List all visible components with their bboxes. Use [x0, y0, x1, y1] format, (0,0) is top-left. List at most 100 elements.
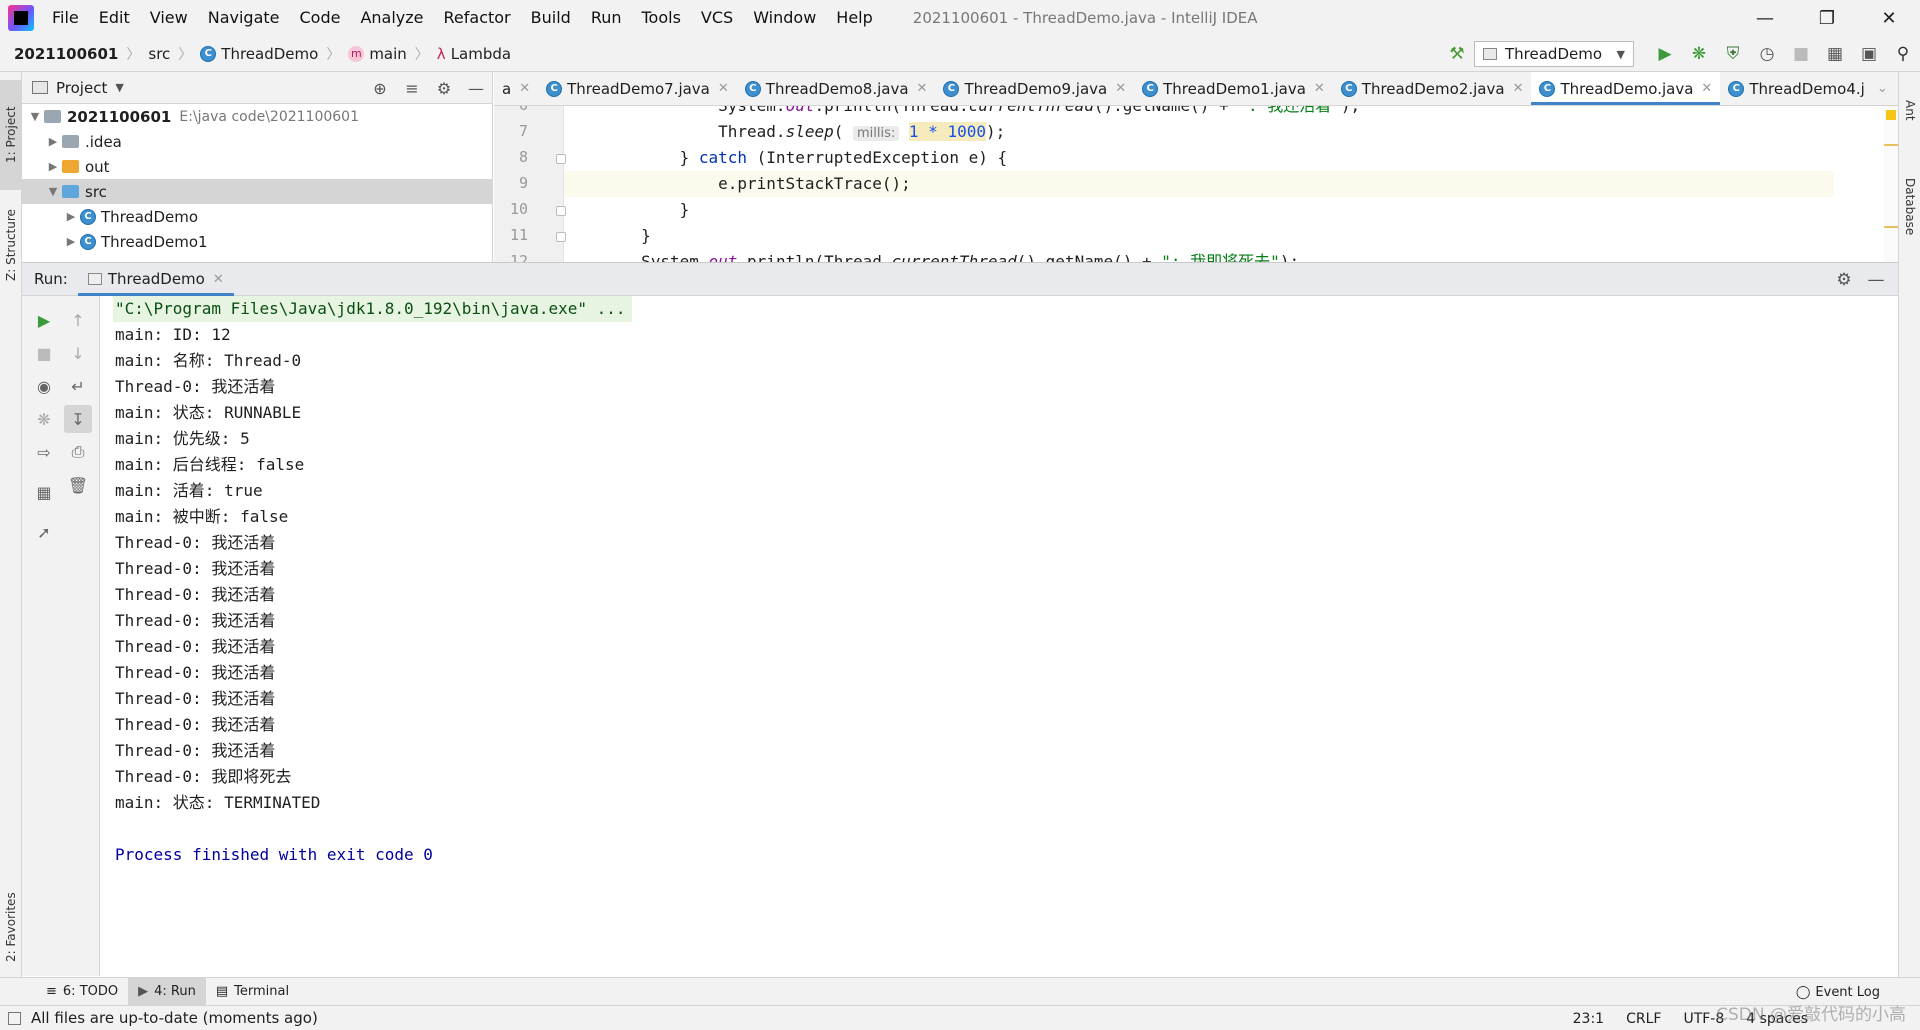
- menu-run[interactable]: Run: [581, 0, 632, 36]
- layout-icon[interactable]: ▦: [30, 478, 58, 506]
- menu-edit[interactable]: Edit: [89, 0, 140, 36]
- tree-item-src[interactable]: ▼ src: [22, 179, 492, 204]
- debug-icon[interactable]: ❋: [1684, 39, 1714, 69]
- close-icon[interactable]: ✕: [718, 81, 729, 96]
- profile-icon[interactable]: ◷: [1752, 39, 1782, 69]
- breadcrumb-project[interactable]: 2021100601: [0, 45, 124, 63]
- tool-windows-icon[interactable]: [8, 1011, 21, 1025]
- database-tool-tab[interactable]: Database: [1899, 152, 1920, 262]
- favorites-tool-tab[interactable]: 2: Favorites: [0, 882, 22, 972]
- breadcrumb-method[interactable]: m main: [342, 45, 412, 63]
- menu-file[interactable]: File: [42, 0, 89, 36]
- arrow-down-icon[interactable]: ↓: [64, 339, 92, 367]
- tree-item-threaddemo1[interactable]: ▶ C ThreadDemo1: [22, 229, 492, 254]
- stop-icon[interactable]: ■: [30, 339, 58, 367]
- chevron-down-icon[interactable]: ▼: [115, 81, 123, 94]
- terminal-window-icon[interactable]: ▣: [1854, 39, 1884, 69]
- menu-refactor[interactable]: Refactor: [434, 0, 521, 36]
- warning-indicator-icon[interactable]: [1886, 110, 1896, 120]
- breadcrumb-class[interactable]: C ThreadDemo: [194, 45, 324, 63]
- menu-analyze[interactable]: Analyze: [350, 0, 433, 36]
- collapse-all-icon[interactable]: ≡: [396, 79, 428, 98]
- tree-item-out[interactable]: ▶ out: [22, 154, 492, 179]
- stop-icon[interactable]: ■: [1786, 39, 1816, 69]
- close-icon[interactable]: ✕: [519, 81, 530, 96]
- console-line: main: 活着: true: [115, 481, 263, 500]
- ant-tool-tab[interactable]: Ant: [1899, 80, 1920, 140]
- coverage-icon[interactable]: ⛨: [1718, 39, 1748, 69]
- print-icon[interactable]: ⎙: [64, 438, 92, 466]
- expanded-arrow-icon[interactable]: ▼: [26, 110, 44, 123]
- menu-tools[interactable]: Tools: [632, 0, 691, 36]
- close-icon[interactable]: ✕: [1314, 81, 1325, 96]
- editor-tab-threaddemo4[interactable]: C ThreadDemo4.j ⌄: [1720, 72, 1895, 105]
- close-icon[interactable]: ✕: [917, 81, 928, 96]
- menu-vcs[interactable]: VCS: [691, 0, 743, 36]
- run-tool-tab[interactable]: ▶ 4: Run: [128, 977, 206, 1006]
- locate-icon[interactable]: ⊕: [364, 79, 396, 98]
- close-button[interactable]: ✕: [1858, 0, 1920, 36]
- run-configuration-select[interactable]: ThreadDemo ▼: [1474, 41, 1634, 67]
- editor-tab-partial[interactable]: a ✕: [494, 72, 538, 105]
- camera-icon[interactable]: ◉: [30, 372, 58, 400]
- chevron-down-icon[interactable]: ⌄: [1877, 81, 1888, 96]
- terminal-tool-tab[interactable]: ▤ Terminal: [206, 978, 299, 1006]
- close-icon[interactable]: ✕: [1701, 81, 1712, 96]
- pin-icon[interactable]: ➚: [30, 518, 58, 546]
- code-editor[interactable]: 6 7 8 9 10 11 12 System.out.println(Thre…: [494, 106, 1898, 262]
- collapsed-arrow-icon[interactable]: ▶: [44, 135, 62, 148]
- warning-mark[interactable]: [1884, 144, 1898, 146]
- close-icon[interactable]: ✕: [1115, 81, 1126, 96]
- minimize-button[interactable]: —: [1734, 0, 1796, 36]
- project-tool-tab[interactable]: 1: Project: [0, 80, 22, 190]
- close-icon[interactable]: ✕: [1513, 81, 1524, 96]
- run-tab-threaddemo[interactable]: ThreadDemo ✕: [77, 262, 234, 296]
- editor-tab-threaddemo7[interactable]: C ThreadDemo7.java ✕: [538, 72, 737, 105]
- editor-tab-threaddemo2[interactable]: C ThreadDemo2.java ✕: [1333, 72, 1532, 105]
- menu-build[interactable]: Build: [521, 0, 581, 36]
- breadcrumb-lambda[interactable]: λ Lambda: [431, 45, 517, 63]
- editor-tab-threaddemo1[interactable]: C ThreadDemo1.java ✕: [1134, 72, 1333, 105]
- tree-item-root[interactable]: ▼ 2021100601 E:\java code\2021100601: [22, 104, 492, 129]
- hide-icon[interactable]: —: [1860, 270, 1892, 290]
- console-output[interactable]: "C:\Program Files\Java\jdk1.8.0_192\bin\…: [100, 296, 1898, 976]
- menu-navigate[interactable]: Navigate: [198, 0, 290, 36]
- warning-mark[interactable]: [1884, 226, 1898, 228]
- expanded-arrow-icon[interactable]: ▼: [44, 185, 62, 198]
- run-icon[interactable]: ▶: [1650, 39, 1680, 69]
- menu-help[interactable]: Help: [826, 0, 882, 36]
- rerun-icon[interactable]: ▶: [30, 306, 58, 334]
- trash-icon[interactable]: 🗑: [64, 471, 92, 499]
- arrow-up-icon[interactable]: ↑: [64, 306, 92, 334]
- restore-button[interactable]: ❐: [1796, 0, 1858, 36]
- breadcrumb-src[interactable]: src: [142, 45, 176, 63]
- search-icon[interactable]: ⚲: [1888, 39, 1918, 69]
- soft-wrap-icon[interactable]: ↵: [64, 372, 92, 400]
- gear-icon[interactable]: ⚙: [428, 79, 460, 98]
- build-hammer-icon[interactable]: ⚒: [1442, 39, 1472, 69]
- error-stripe[interactable]: [1884, 106, 1898, 262]
- collapsed-arrow-icon[interactable]: ▶: [44, 160, 62, 173]
- collapsed-arrow-icon[interactable]: ▶: [62, 235, 80, 248]
- menu-window[interactable]: Window: [743, 0, 826, 36]
- line-separator[interactable]: CRLF: [1626, 1011, 1661, 1027]
- menu-view[interactable]: View: [140, 0, 198, 36]
- caret-position[interactable]: 23:1: [1573, 1011, 1604, 1027]
- project-structure-icon[interactable]: ▦: [1820, 39, 1850, 69]
- scroll-to-end-icon[interactable]: ↧: [64, 405, 92, 433]
- tree-item-idea[interactable]: ▶ .idea: [22, 129, 492, 154]
- todo-tool-tab[interactable]: ≡ 6: TODO: [36, 978, 128, 1006]
- debug-disabled-icon[interactable]: ❋: [30, 405, 58, 433]
- editor-tab-threaddemo8[interactable]: C ThreadDemo8.java ✕: [737, 72, 936, 105]
- menu-code[interactable]: Code: [290, 0, 351, 36]
- collapsed-arrow-icon[interactable]: ▶: [62, 210, 80, 223]
- gear-icon[interactable]: ⚙: [1828, 270, 1860, 290]
- editor-tab-threaddemo[interactable]: C ThreadDemo.java ✕: [1531, 72, 1721, 105]
- tree-item-threaddemo[interactable]: ▶ C ThreadDemo: [22, 204, 492, 229]
- hide-icon[interactable]: —: [460, 79, 492, 98]
- project-panel-title[interactable]: Project: [56, 79, 107, 97]
- editor-tab-threaddemo9[interactable]: C ThreadDemo9.java ✕: [935, 72, 1134, 105]
- exit-icon[interactable]: ⇨: [30, 438, 58, 466]
- close-icon[interactable]: ✕: [213, 272, 224, 287]
- structure-tool-tab[interactable]: Z: Structure: [0, 190, 22, 300]
